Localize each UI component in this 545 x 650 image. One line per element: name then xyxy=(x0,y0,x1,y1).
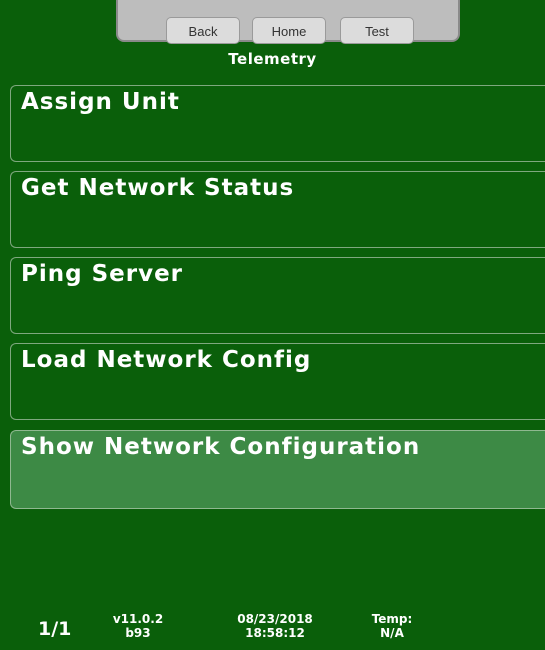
screen-title: Telemetry xyxy=(228,50,317,68)
date-text: 08/23/2018 xyxy=(237,612,313,626)
menu-item-show-network-configuration[interactable]: Show Network Configuration xyxy=(10,430,545,509)
back-button[interactable]: Back xyxy=(166,17,240,44)
version-info: v11.0.2 b93 xyxy=(108,612,168,640)
menu-item-label: Assign Unit xyxy=(21,89,180,115)
menu-item-get-network-status[interactable]: Get Network Status xyxy=(10,171,545,248)
home-button[interactable]: Home xyxy=(252,17,326,44)
time-text: 18:58:12 xyxy=(245,626,305,640)
menu-item-label: Get Network Status xyxy=(21,175,295,201)
firmware-version: v11.0.2 xyxy=(112,612,164,626)
menu-item-label: Load Network Config xyxy=(21,347,312,373)
page-indicator: 1/1 xyxy=(38,618,72,640)
telemetry-screen: Back Home Test Telemetry Assign Unit Get… xyxy=(0,0,545,650)
menu-item-label: Show Network Configuration xyxy=(21,434,421,460)
build-number: b93 xyxy=(125,626,151,640)
temp-label: Temp: xyxy=(371,612,413,626)
test-button[interactable]: Test xyxy=(340,17,414,44)
menu-item-load-network-config[interactable]: Load Network Config xyxy=(10,343,545,420)
menu-item-ping-server[interactable]: Ping Server xyxy=(10,257,545,334)
temp-value: N/A xyxy=(380,626,404,640)
temperature-info: Temp: N/A xyxy=(362,612,422,640)
menu-item-assign-unit[interactable]: Assign Unit xyxy=(10,85,545,162)
datetime-info: 08/23/2018 18:58:12 xyxy=(210,612,340,640)
menu-item-label: Ping Server xyxy=(21,261,184,287)
